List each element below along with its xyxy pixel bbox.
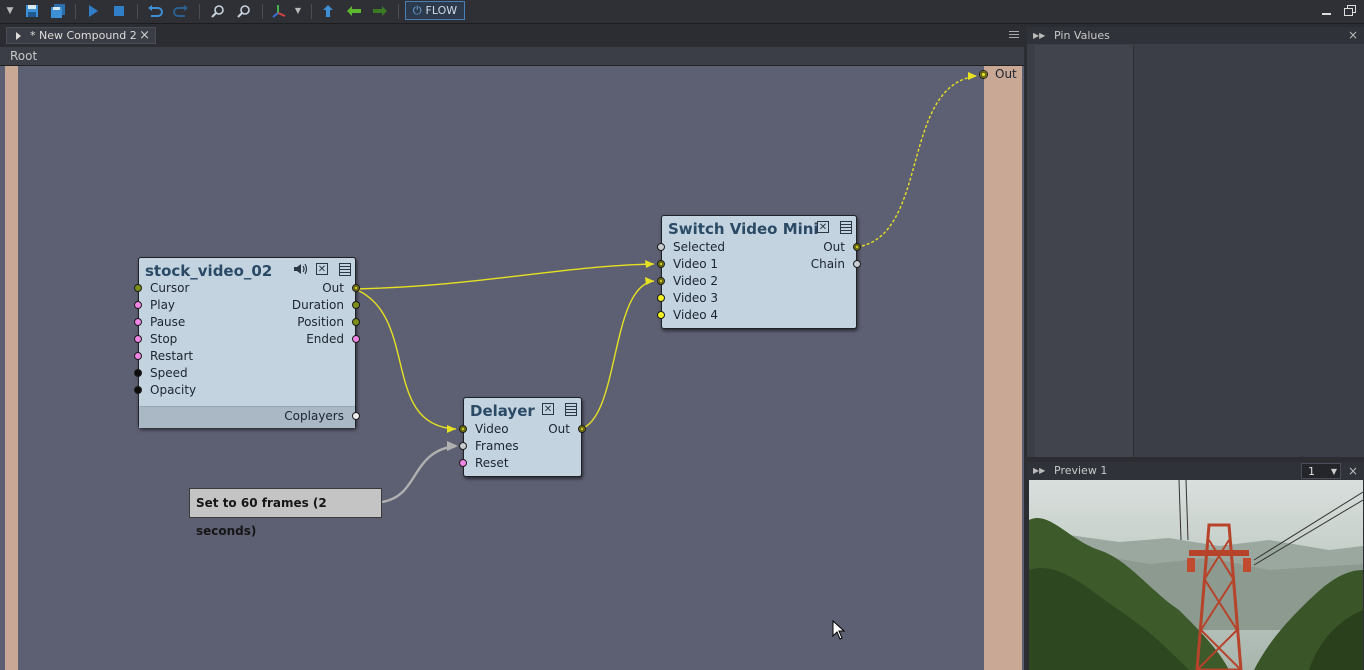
pin-ended[interactable]: Ended	[306, 331, 360, 348]
pin-reset[interactable]: Reset	[459, 455, 509, 472]
zoom-in-icon[interactable]	[210, 3, 226, 19]
pin-opacity[interactable]: Opacity	[134, 382, 196, 399]
pin-video-4[interactable]: Video 4	[657, 307, 718, 324]
preview-screen-number: 1	[1308, 465, 1315, 478]
preview-close-icon[interactable]: ×	[1348, 462, 1358, 480]
power-icon: ⏻	[412, 3, 422, 17]
preview-expand-icon[interactable]: ▶▶	[1033, 462, 1045, 480]
chevron-down-icon: ▼	[1330, 467, 1337, 476]
restore-icon[interactable]	[1344, 5, 1356, 17]
pin-duration[interactable]: Duration	[292, 297, 360, 314]
root-out-pin[interactable]	[979, 70, 988, 79]
pin-frames[interactable]: Frames	[459, 438, 519, 455]
preview-screen-select[interactable]: 1 ▼	[1301, 463, 1341, 479]
wire-arrow-delayer-frames	[447, 441, 458, 451]
pin-chain[interactable]: Chain	[811, 256, 861, 273]
pin-video[interactable]: Video	[459, 421, 509, 438]
pin-coplayers[interactable]: Coplayers	[284, 408, 360, 425]
preview-header: ▶▶ Preview 1 1 ▼ ×	[1027, 462, 1364, 480]
preview-title: Preview 1	[1054, 464, 1108, 477]
pin-cursor[interactable]: Cursor	[134, 280, 189, 297]
tab-list-menu-icon[interactable]	[1009, 30, 1019, 40]
axes-icon[interactable]	[271, 3, 287, 19]
flow-toggle-button[interactable]: ⏻ FLOW	[405, 1, 465, 20]
tab-close-icon[interactable]: ×	[139, 28, 150, 43]
node-menu-icon[interactable]	[840, 221, 852, 234]
pin-restart[interactable]: Restart	[134, 348, 193, 365]
node-menu-icon[interactable]	[339, 263, 351, 276]
node-menu-icon[interactable]	[565, 403, 577, 416]
pin-out[interactable]: Out	[548, 421, 586, 438]
flow-label: FLOW	[425, 4, 458, 17]
speaker-icon[interactable]	[293, 263, 309, 278]
save-all-icon[interactable]	[50, 3, 66, 19]
pin-stop[interactable]: Stop	[134, 331, 177, 348]
node-close-icon[interactable]: ✕	[817, 221, 829, 233]
panel-close-icon[interactable]: ×	[1348, 27, 1358, 44]
undo-icon[interactable]	[147, 3, 163, 19]
right-arrow-icon[interactable]	[372, 3, 388, 19]
wire-arrow-delayer-video	[447, 425, 456, 433]
panel-expand-icon[interactable]: ▶▶	[1033, 27, 1045, 44]
wire-delayer-out-to-switch-video2	[580, 280, 655, 430]
main-toolbar: ▼ ▼ ⏻ FLOW	[0, 0, 1364, 24]
save-icon[interactable]	[24, 3, 40, 19]
tab-new-compound-2[interactable]: * New Compound 2 ×	[6, 27, 156, 44]
pin-play[interactable]: Play	[134, 297, 175, 314]
pin-values-title: Pin Values	[1054, 29, 1110, 42]
node-switch-video-mini[interactable]: Switch Video Mini ✕ Selected Video 1 Vid…	[657, 215, 861, 329]
pin-position[interactable]: Position	[297, 314, 360, 331]
wire-comment-to-delayer-frames	[381, 444, 457, 504]
node-delayer[interactable]: Delayer ✕ Video Frames Reset Out	[459, 397, 586, 477]
root-out-label: Out	[995, 67, 1017, 81]
wire-stock-out-to-switch-video1	[354, 263, 655, 290]
wire-switch-out-to-root-out	[856, 75, 977, 248]
comment-note[interactable]: Set to 60 frames (2 seconds)	[189, 488, 382, 538]
breadcrumb: Root	[0, 47, 1024, 66]
play-icon[interactable]	[85, 3, 101, 19]
pin-values-name-column	[1035, 45, 1134, 457]
node-title: Switch Video Mini	[668, 220, 819, 238]
pin-pause[interactable]: Pause	[134, 314, 185, 331]
wire-stock-out-to-delayer-video	[354, 288, 457, 430]
zoom-out-icon[interactable]	[236, 3, 252, 19]
wire-arrow-switch-video2	[645, 277, 654, 285]
redo-icon[interactable]	[173, 3, 189, 19]
pin-speed[interactable]: Speed	[134, 365, 188, 382]
pin-video-1[interactable]: Video 1	[657, 256, 718, 273]
node-close-icon[interactable]: ✕	[316, 263, 328, 275]
node-close-icon[interactable]: ✕	[542, 403, 554, 415]
breadcrumb-root[interactable]: Root	[10, 49, 37, 63]
wire-arrow-root-out	[968, 72, 977, 80]
minimize-icon[interactable]	[1320, 5, 1332, 17]
tab-play-icon	[16, 31, 21, 40]
node-title: stock_video_02	[145, 262, 273, 280]
left-arrow-icon[interactable]	[346, 3, 362, 19]
pin-out[interactable]: Out	[322, 280, 360, 297]
stop-icon[interactable]	[111, 3, 127, 19]
node-title: Delayer	[470, 402, 535, 420]
pin-values-header: ▶▶ Pin Values ×	[1027, 27, 1364, 44]
pin-out[interactable]: Out	[823, 239, 861, 256]
pin-video-3[interactable]: Video 3	[657, 290, 718, 307]
wire-arrow-switch-video1	[645, 260, 654, 268]
video-preview-image	[1029, 480, 1363, 670]
tab-label: * New Compound 2	[30, 29, 137, 42]
menu-dropdown-icon[interactable]: ▼	[2, 3, 18, 19]
pin-selected[interactable]: Selected	[657, 239, 725, 256]
axes-dropdown-icon[interactable]: ▼	[290, 3, 306, 19]
node-stock-video-02[interactable]: stock_video_02 ✕ Cursor Play Pause Stop …	[134, 257, 360, 428]
pin-video-2[interactable]: Video 2	[657, 273, 718, 290]
pin-values-panel	[1027, 27, 1364, 457]
mouse-cursor-icon	[832, 620, 846, 640]
up-arrow-icon[interactable]	[320, 3, 336, 19]
